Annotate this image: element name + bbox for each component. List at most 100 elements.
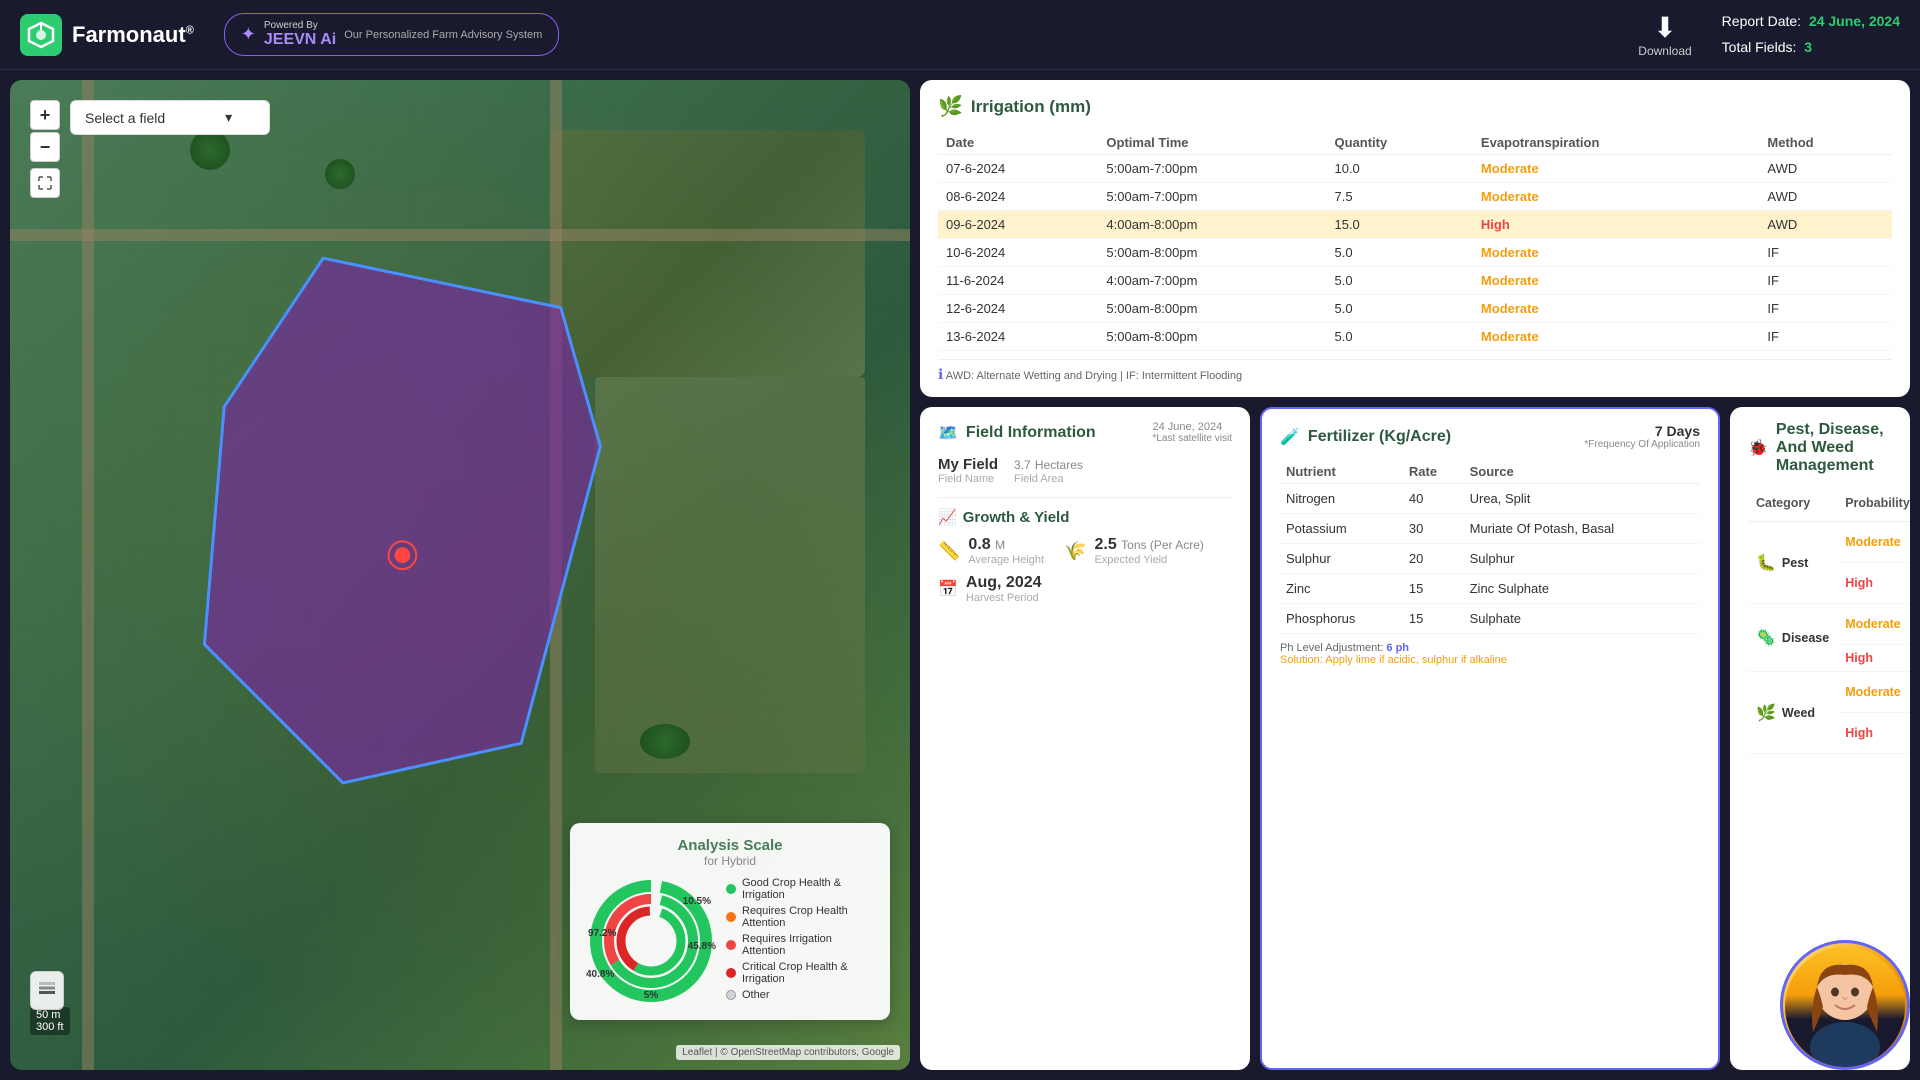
- jeevn-text: JEEVN Ai: [264, 31, 336, 49]
- irr-time: 5:00am-8:00pm: [1098, 323, 1326, 351]
- donut-label-97: 97.2%: [588, 928, 616, 939]
- irr-time: 5:00am-7:00pm: [1098, 155, 1326, 183]
- main-content: + − Select a field ▾ 50 m 300 ft Leaflet…: [0, 70, 1920, 1080]
- irr-evapo: Moderate: [1473, 183, 1759, 211]
- jeevn-badge: ✦ Powered By JEEVN Ai Our Personalized F…: [224, 13, 560, 56]
- irr-evapo: Moderate: [1473, 267, 1759, 295]
- legend-item-critical: Critical Crop Health & Irrigation: [726, 961, 874, 985]
- irrigation-row: 11-6-2024 4:00am-7:00pm 5.0 Moderate IF: [938, 267, 1892, 295]
- irr-col-qty: Quantity: [1326, 131, 1472, 155]
- download-button[interactable]: ⬇ Download: [1638, 11, 1691, 58]
- irrigation-title-text: Irrigation (mm): [971, 97, 1091, 117]
- expected-yield-unit: Tons (Per Acre): [1121, 538, 1204, 552]
- irr-date: 07-6-2024: [938, 155, 1098, 183]
- irr-evapo: Moderate: [1473, 323, 1759, 351]
- growth-metrics: 📏 0.8 M Average Height 🌾: [938, 536, 1232, 566]
- avatar-face: [1785, 947, 1905, 1067]
- fertilizer-icon: 🧪: [1280, 427, 1300, 447]
- zoom-out-button[interactable]: −: [30, 132, 60, 162]
- powered-by-label: Powered By: [264, 20, 336, 31]
- irr-method: AWD: [1759, 211, 1892, 239]
- legend-label-good: Good Crop Health & Irrigation: [742, 877, 874, 901]
- avatar-overlay: [1780, 940, 1910, 1070]
- scale-feet: 300 ft: [36, 1021, 64, 1033]
- expand-button[interactable]: [30, 168, 60, 198]
- irr-col-date: Date: [938, 131, 1098, 155]
- pest-table: Category Probability Type Organic Sol. C…: [1748, 485, 1910, 754]
- pest-category-disease: 🦠 Disease: [1748, 604, 1837, 672]
- growth-icon: 📈: [938, 508, 957, 526]
- field-area-label: Field Area: [1014, 473, 1083, 485]
- field-area-item: 3.7 Hectares Field Area: [1014, 456, 1083, 485]
- field-date-value: 24 June, 2024: [1153, 421, 1232, 433]
- legend-label-critical: Critical Crop Health & Irrigation: [742, 961, 874, 985]
- ph-value: 6 ph: [1386, 642, 1409, 654]
- donut-label-45: 45.8%: [688, 941, 716, 952]
- legend-dot-requires-irr: [726, 940, 736, 950]
- fertilizer-frequency: *Frequency Of Application: [1584, 439, 1700, 450]
- fertilizer-panel: 🧪 Fertilizer (Kg/Acre) 7 Days *Frequency…: [1260, 407, 1720, 1070]
- fert-col-nutrient: Nutrient: [1280, 460, 1403, 484]
- pest-col-category: Category: [1748, 485, 1837, 522]
- pest-col-probability: Probability: [1837, 485, 1910, 522]
- total-fields-label: Total Fields:: [1722, 39, 1797, 55]
- fert-col-source: Source: [1464, 460, 1700, 484]
- expected-yield-label: Expected Yield: [1094, 554, 1203, 566]
- fert-rate: 20: [1403, 544, 1464, 574]
- irr-method: IF: [1759, 239, 1892, 267]
- harvest-label: Harvest Period: [966, 592, 1042, 604]
- report-date-label: Report Date:: [1722, 13, 1801, 29]
- legend-item-good: Good Crop Health & Irrigation: [726, 877, 874, 901]
- analysis-legend: Good Crop Health & Irrigation Requires C…: [726, 877, 874, 1005]
- height-icon: 📏: [938, 541, 960, 562]
- field-info-title: 🗺️ Field Information: [938, 423, 1096, 443]
- pest-row: 🌿 Weed Moderate Barnyard Grass Manual We…: [1748, 672, 1910, 713]
- field-area-value: 3.7 Hectares: [1014, 456, 1083, 473]
- fertilizer-title-text: Fertilizer (Kg/Acre): [1308, 428, 1451, 446]
- irrigation-row: 10-6-2024 5:00am-8:00pm 5.0 Moderate IF: [938, 239, 1892, 267]
- fertilizer-title: 🧪 Fertilizer (Kg/Acre): [1280, 427, 1451, 447]
- irr-date: 08-6-2024: [938, 183, 1098, 211]
- field-date: 24 June, 2024 *Last satellite visit: [1153, 421, 1232, 444]
- harvest-period: 📅 Aug, 2024 Harvest Period: [938, 574, 1232, 604]
- irr-col-evapo: Evapotranspiration: [1473, 131, 1759, 155]
- analysis-scale-content: 97.2% 10.5% 45.8% 5% 40.8% Good Crop Hea…: [586, 876, 874, 1006]
- irrigation-row: 08-6-2024 5:00am-7:00pm 7.5 Moderate AWD: [938, 183, 1892, 211]
- irr-qty: 15.0: [1326, 211, 1472, 239]
- category-name-pest: Pest: [1782, 556, 1808, 570]
- ph-label: Ph Level Adjustment:: [1280, 642, 1383, 654]
- irr-qty: 7.5: [1326, 183, 1472, 211]
- donut-label-10: 10.5%: [683, 896, 711, 907]
- irr-time: 5:00am-7:00pm: [1098, 183, 1326, 211]
- irrigation-note-text: AWD: Alternate Wetting and Drying | IF: …: [946, 370, 1242, 382]
- field-info-title-text: Field Information: [966, 424, 1096, 442]
- irr-qty: 5.0: [1326, 267, 1472, 295]
- pest-category-pest: 🐛 Pest: [1748, 522, 1837, 604]
- analysis-scale-title: Analysis Scale: [586, 837, 874, 854]
- category-icon-weed: 🌿: [1756, 703, 1776, 723]
- irrigation-row: 12-6-2024 5:00am-8:00pm 5.0 Moderate IF: [938, 295, 1892, 323]
- jeevn-icon: ✦: [241, 24, 256, 45]
- irrigation-row: 09-6-2024 4:00am-8:00pm 15.0 High AWD: [938, 211, 1892, 239]
- irr-evapo: Moderate: [1473, 295, 1759, 323]
- pest-prob: High: [1837, 713, 1910, 754]
- download-icon: ⬇: [1653, 11, 1676, 44]
- pest-row: 🐛 Pest Moderate Stem Borer Neem Oil Fipr…: [1748, 522, 1910, 563]
- fert-nutrient: Zinc: [1280, 574, 1403, 604]
- fert-rate: 30: [1403, 514, 1464, 544]
- category-icon-pest: 🐛: [1756, 553, 1776, 573]
- fert-col-rate: Rate: [1403, 460, 1464, 484]
- map-layer-button[interactable]: [30, 971, 64, 1010]
- field-select-dropdown[interactable]: Select a field ▾: [70, 100, 270, 135]
- solution-label: Solution:: [1280, 654, 1323, 666]
- field-name-value: My Field: [938, 456, 998, 473]
- field-name-item: My Field Field Name: [938, 456, 998, 485]
- map-container[interactable]: + − Select a field ▾ 50 m 300 ft Leaflet…: [10, 80, 910, 1070]
- total-fields: 3: [1804, 39, 1812, 55]
- irr-date: 09-6-2024: [938, 211, 1098, 239]
- map-attribution: Leaflet | © OpenStreetMap contributors, …: [676, 1045, 900, 1060]
- irr-qty: 5.0: [1326, 295, 1472, 323]
- irr-date: 11-6-2024: [938, 267, 1098, 295]
- zoom-in-button[interactable]: +: [30, 100, 60, 130]
- logo-area: Farmonaut®: [20, 14, 194, 56]
